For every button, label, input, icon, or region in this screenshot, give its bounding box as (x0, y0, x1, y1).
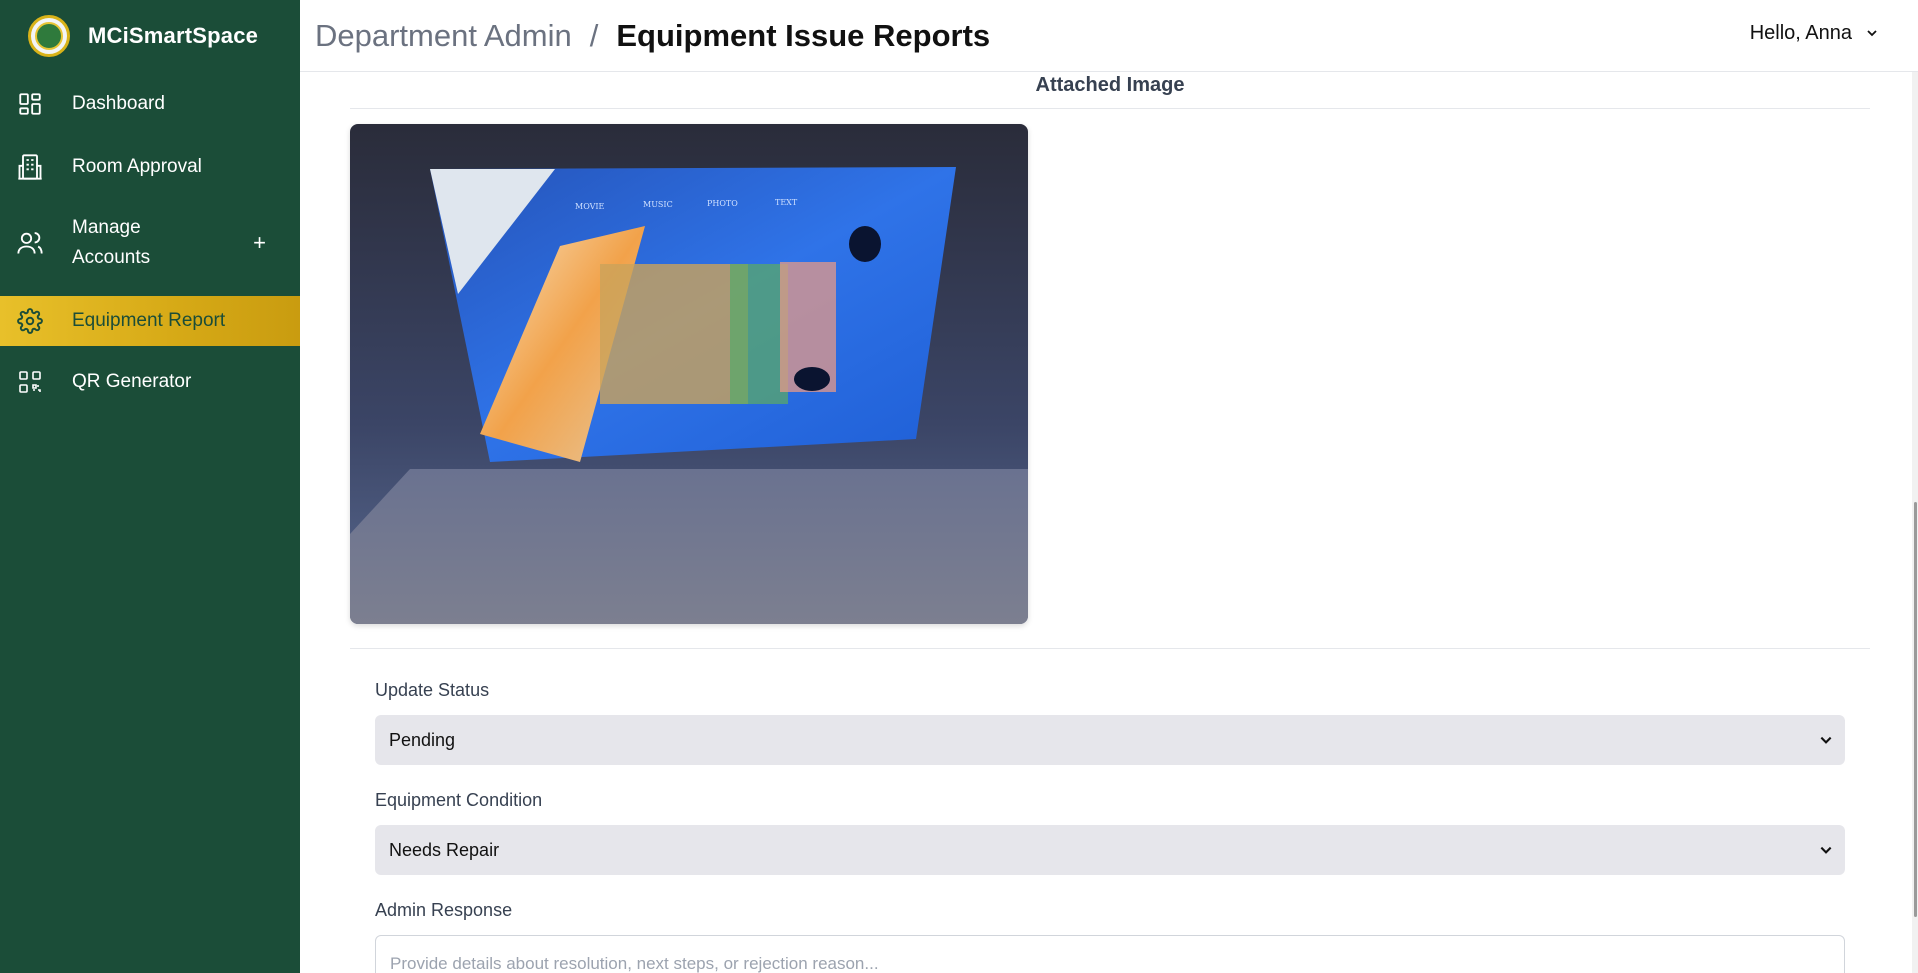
users-icon (16, 229, 44, 257)
sidebar-item-label: Equipment Report (72, 310, 226, 331)
condition-select[interactable]: Needs Repair (375, 825, 1845, 875)
chevron-down-icon (1866, 22, 1878, 45)
admin-response-placeholder: Provide details about resolution, next s… (390, 954, 879, 973)
sidebar-item-label: Dashboard (72, 92, 165, 114)
user-menu[interactable]: Hello, Anna (1750, 22, 1878, 45)
photo-menu-text: TEXT (775, 198, 798, 207)
breadcrumb-parent[interactable]: Department Admin (315, 18, 572, 54)
section-divider (350, 648, 1870, 649)
condition-value: Needs Repair (389, 839, 500, 860)
status-label: Update Status (375, 680, 490, 700)
user-greeting: Hello, Anna (1749, 22, 1852, 44)
sidebar-item-dashboard[interactable]: Dashboard (0, 72, 300, 135)
status-value: Pending (389, 729, 456, 750)
sidebar-item-label: Room Approval (72, 155, 202, 177)
building-icon (16, 153, 44, 181)
page-title: Equipment Issue Reports (616, 17, 991, 53)
sidebar-item-equipment-report[interactable]: Equipment Report (0, 296, 300, 346)
page-scrollbar[interactable] (1912, 72, 1918, 973)
condition-label: Equipment Condition (375, 790, 543, 810)
expand-icon[interactable]: + (253, 230, 266, 256)
app-name: MCiSmartSpace (88, 23, 259, 48)
sidebar-nav: Dashboard Room Approval Manage Accounts … (0, 72, 300, 413)
college-logo (28, 15, 70, 57)
attached-image[interactable]: MOVIE MUSIC PHOTO TEXT (350, 124, 1028, 624)
admin-response-label: Admin Response (375, 900, 513, 920)
admin-response-input[interactable]: Provide details about resolution, next s… (375, 935, 1845, 973)
sidebar-item-qr-generator[interactable]: QR Generator (0, 350, 300, 413)
top-header: Department Admin / Equipment Issue Repor… (300, 0, 1918, 72)
scrollbar-thumb[interactable] (1914, 502, 1917, 917)
photo-menu-text: MUSIC (643, 200, 673, 209)
qr-icon (16, 368, 44, 396)
attached-image-heading: Attached Image (350, 72, 1870, 109)
brand[interactable]: MCiSmartSpace (0, 0, 300, 72)
photo-menu-text: MOVIE (575, 202, 605, 211)
sidebar: MCiSmartSpace Dashboard Room Approval Ma… (0, 0, 300, 973)
chevron-down-icon (1819, 731, 1833, 752)
sidebar-item-label: QR Generator (72, 370, 192, 392)
dashboard-icon (16, 90, 44, 118)
sidebar-item-label: Manage Accounts (72, 217, 151, 268)
report-detail: Attached Image MOVIE MUSIC PHOTO TEXT Up… (300, 72, 1918, 973)
sidebar-item-manage-accounts[interactable]: Manage Accounts + (0, 198, 300, 288)
photo-menu-text: PHOTO (707, 199, 738, 208)
chevron-down-icon (1819, 841, 1833, 862)
sidebar-item-room-approval[interactable]: Room Approval (0, 135, 300, 198)
breadcrumb-separator: / (589, 17, 599, 53)
gear-icon (16, 307, 44, 335)
status-select[interactable]: Pending (375, 715, 1845, 765)
